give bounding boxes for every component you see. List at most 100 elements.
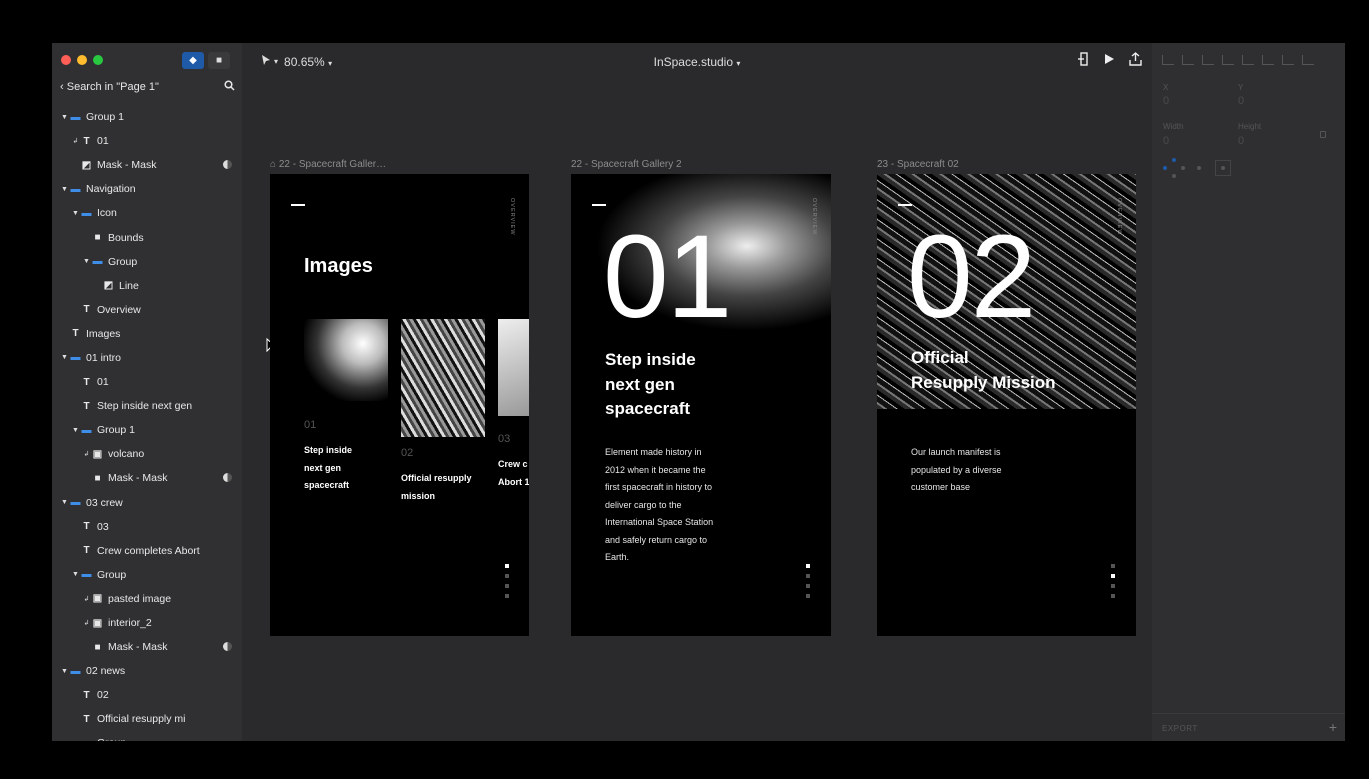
search-icon[interactable] — [224, 80, 235, 94]
anchor-point-icon[interactable] — [1172, 174, 1176, 178]
layer-row[interactable]: ▼▬ Group — [52, 563, 242, 587]
layer-row[interactable]: T Overview — [52, 298, 242, 322]
layer-row[interactable]: ↲ ▣ pasted image — [52, 587, 242, 611]
layer-row[interactable]: ▼ ▬ Icon — [52, 201, 242, 225]
layer-row[interactable]: ▼ ▬ 01 intro — [52, 346, 242, 370]
layer-row[interactable]: T Crew completes Abort — [52, 539, 242, 563]
layer-row[interactable]: ▼▬ Group — [52, 250, 242, 274]
layer-row[interactable]: T Step inside next gen — [52, 394, 242, 418]
layer-row[interactable]: ▼ ▬ Group 1 — [52, 105, 242, 129]
width-field[interactable]: 0 — [1163, 135, 1169, 147]
page-dot[interactable] — [1111, 594, 1115, 598]
layer-row[interactable]: ↲ T 01 — [52, 129, 242, 153]
layer-row[interactable]: ▼ ▬ Group 1 — [52, 418, 242, 442]
add-export-icon[interactable]: + — [1329, 719, 1337, 735]
align-left-icon[interactable] — [1162, 55, 1174, 65]
layer-row[interactable]: T Images — [52, 322, 242, 346]
search-back-label[interactable]: ‹ Search in "Page 1" — [60, 81, 159, 93]
zoom-window-button[interactable] — [93, 55, 103, 65]
layer-row[interactable]: ▼▬ Group — [52, 731, 242, 741]
layer-row[interactable]: ↲ ▣ volcano — [52, 442, 242, 466]
layer-search-bar[interactable]: ‹ Search in "Page 1" — [60, 79, 235, 95]
export-section: EXPORT + — [1152, 713, 1345, 741]
layer-row[interactable]: ▼ ▬ 02 news — [52, 659, 242, 683]
mask-toggle-icon[interactable] — [223, 160, 232, 170]
distribute-horizontal-icon[interactable] — [1282, 55, 1294, 65]
page-dot[interactable] — [806, 584, 810, 588]
layer-label: Group — [97, 568, 127, 581]
layer-row[interactable]: T 03 — [52, 515, 242, 539]
disclosure-triangle-icon[interactable]: ▼ — [60, 354, 69, 361]
align-top-icon[interactable] — [1222, 55, 1234, 65]
anchor-point-icon[interactable] — [1221, 166, 1225, 170]
layers-tab-icon[interactable]: ◆ — [182, 52, 204, 69]
pagination-dots[interactable] — [806, 564, 810, 598]
share-link-icon[interactable] — [1077, 52, 1089, 69]
disclosure-triangle-icon[interactable]: ▼ — [71, 427, 80, 434]
height-field[interactable]: 0 — [1238, 135, 1244, 147]
disclosure-triangle-icon[interactable]: ▼ — [60, 668, 69, 675]
disclosure-triangle-icon[interactable]: ▼ — [60, 499, 69, 506]
page-dot[interactable] — [505, 574, 509, 578]
align-bottom-icon[interactable] — [1262, 55, 1274, 65]
assets-tab-icon[interactable]: ■ — [208, 52, 230, 69]
layer-row[interactable]: ▼ ▬ Navigation — [52, 177, 242, 201]
document-title[interactable]: InSpace.studio ▾ — [242, 55, 1152, 69]
layer-row[interactable]: ↲ ▣ interior_2 — [52, 611, 242, 635]
page-dot[interactable] — [806, 594, 810, 598]
mask-toggle-icon[interactable] — [223, 642, 232, 652]
disclosure-triangle-icon[interactable]: ▼ — [60, 186, 69, 193]
pagination-dots[interactable] — [1111, 564, 1115, 598]
page-dot[interactable] — [1111, 584, 1115, 588]
export-icon[interactable] — [1129, 52, 1142, 69]
layer-row[interactable]: ▼ ▬ 03 crew — [52, 491, 242, 515]
page-dot[interactable] — [505, 564, 509, 568]
page-dot[interactable] — [505, 594, 509, 598]
anchor-point-icon[interactable] — [1197, 166, 1201, 170]
page-dot[interactable] — [505, 584, 509, 588]
artboard-images[interactable]: OVERVIEW Images 01 Step inside next gen … — [270, 174, 529, 636]
page-dot[interactable] — [806, 564, 810, 568]
x-field[interactable]: 0 — [1163, 95, 1169, 107]
pagination-dots[interactable] — [505, 564, 509, 598]
layer-row[interactable]: ◩ Line — [52, 274, 242, 298]
anchor-point-icon[interactable] — [1172, 158, 1176, 162]
disclosure-triangle-icon[interactable]: ▼ — [71, 740, 80, 741]
layer-row[interactable]: T 01 — [52, 370, 242, 394]
mask-toggle-icon[interactable] — [223, 473, 232, 483]
anchor-point-icon[interactable] — [1163, 166, 1167, 170]
menu-dash — [898, 204, 912, 206]
artboard-label-1[interactable]: ⌂ 22 - Spacecraft Galler… — [270, 159, 386, 170]
layer-row[interactable]: ■ Bounds — [52, 225, 242, 249]
layer-label: 02 news — [86, 665, 126, 678]
close-window-button[interactable] — [61, 55, 71, 65]
disclosure-triangle-icon[interactable]: ▼ — [82, 258, 91, 265]
artboard-gallery-2[interactable]: OVERVIEW 01 Step inside next gen spacecr… — [571, 174, 831, 636]
minimize-window-button[interactable] — [77, 55, 87, 65]
layer-row[interactable]: ■ Mask - Mask — [52, 466, 242, 490]
lock-ratio-icon[interactable] — [1320, 131, 1326, 138]
align-middle-icon[interactable] — [1242, 55, 1254, 65]
disclosure-triangle-icon[interactable]: ▼ — [71, 210, 80, 217]
layer-row[interactable]: T 02 — [52, 683, 242, 707]
align-right-icon[interactable] — [1202, 55, 1214, 65]
export-label: EXPORT — [1162, 724, 1198, 733]
layer-row[interactable]: ■ Mask - Mask — [52, 635, 242, 659]
line-icon: ◩ — [103, 280, 114, 292]
disclosure-triangle-icon[interactable]: ▼ — [60, 114, 69, 121]
artboard-label-3[interactable]: 23 - Spacecraft 02 — [877, 159, 959, 170]
distribute-vertical-icon[interactable] — [1302, 55, 1314, 65]
layer-row[interactable]: ◩ Mask - Mask — [52, 153, 242, 177]
disclosure-triangle-icon[interactable]: ▼ — [71, 571, 80, 578]
artboard-label-2[interactable]: 22 - Spacecraft Gallery 2 — [571, 159, 682, 170]
y-field[interactable]: 0 — [1238, 95, 1244, 107]
layer-row[interactable]: T Official resupply mi — [52, 707, 242, 731]
play-icon[interactable] — [1103, 52, 1115, 69]
artboard-spacecraft-02[interactable]: OVERVIEW 02 Official Resupply Mission Ou… — [877, 174, 1136, 636]
align-center-icon[interactable] — [1182, 55, 1194, 65]
page-dot[interactable] — [1111, 574, 1115, 578]
page-dot[interactable] — [806, 574, 810, 578]
page-dot[interactable] — [1111, 564, 1115, 568]
folder-icon: ▬ — [81, 207, 92, 219]
anchor-point-icon[interactable] — [1181, 166, 1185, 170]
